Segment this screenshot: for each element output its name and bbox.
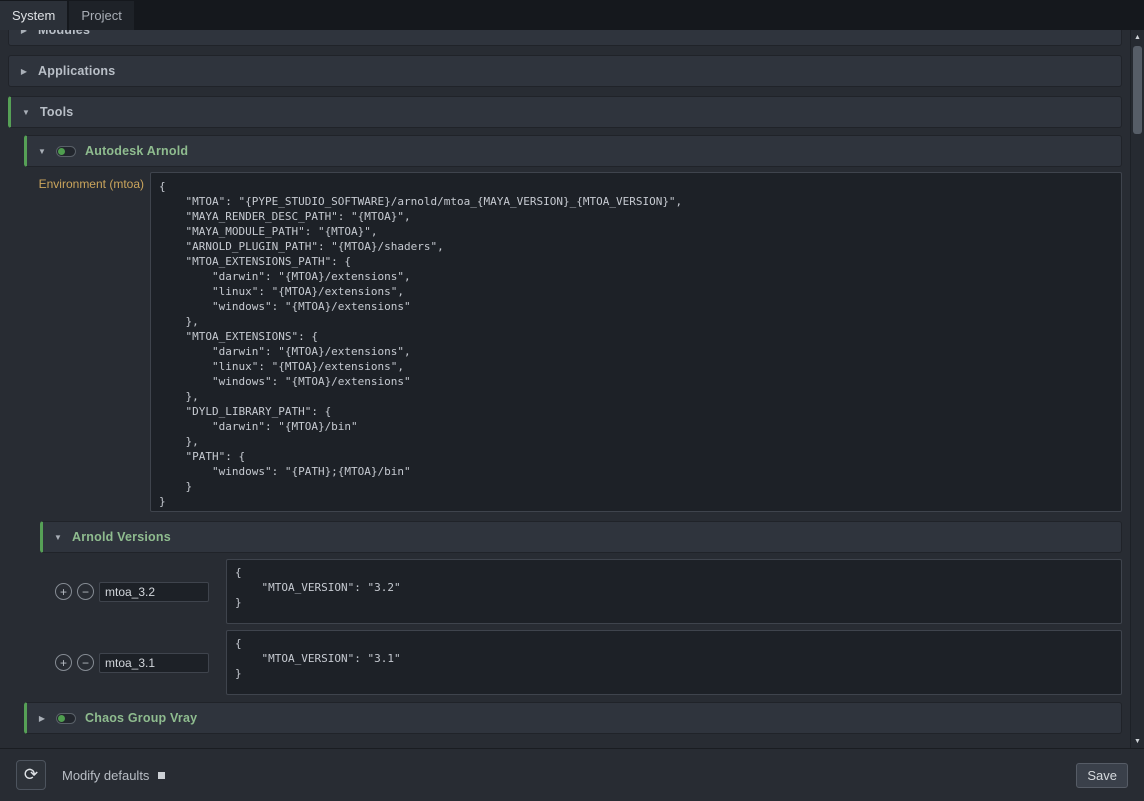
tools-section-body: ▼ Autodesk Arnold Environment (mtoa) { "…	[8, 128, 1122, 734]
tab-project[interactable]: Project	[69, 1, 133, 30]
add-item-button[interactable]: +	[55, 654, 72, 671]
scroll-down-button[interactable]: ▼	[1131, 734, 1144, 748]
tab-system[interactable]: System	[0, 1, 67, 30]
section-header-tools[interactable]: ▼ Tools	[8, 96, 1122, 128]
version-row: + − { "MTOA_VERSION": "3.1" }	[40, 630, 1122, 695]
refresh-icon: ⟳	[24, 765, 38, 785]
version-row-controls: + −	[40, 653, 226, 673]
version-row: + − { "MTOA_VERSION": "3.2" }	[40, 559, 1122, 624]
environment-editor[interactable]: { "MTOA": "{PYPE_STUDIO_SOFTWARE}/arnold…	[150, 172, 1122, 512]
save-button[interactable]: Save	[1076, 763, 1128, 788]
scrollbar-thumb[interactable]	[1133, 46, 1142, 134]
section-header-applications[interactable]: ▶ Applications	[8, 55, 1122, 87]
section-title-autodesk-arnold: Autodesk Arnold	[85, 144, 188, 158]
version-key-input[interactable]	[99, 653, 209, 673]
section-title-chaos-group-vray: Chaos Group Vray	[85, 711, 197, 725]
settings-content: ▶ Modules ▶ Applications ▼ Tools ▼ Autod…	[0, 30, 1144, 748]
modify-defaults-label: Modify defaults	[62, 768, 149, 783]
tab-bar: System Project	[0, 0, 1144, 30]
arnold-versions-section: ▼ Arnold Versions + − { "MTOA_VERSION": …	[40, 521, 1122, 695]
refresh-button[interactable]: ⟳	[16, 760, 46, 790]
environment-field-row: Environment (mtoa) { "MTOA": "{PYPE_STUD…	[24, 172, 1122, 512]
section-title-applications: Applications	[38, 64, 115, 78]
section-header-modules[interactable]: ▶ Modules	[8, 30, 1122, 46]
remove-item-button[interactable]: −	[77, 583, 94, 600]
chevron-down-icon: ▼	[21, 108, 31, 117]
section-header-autodesk-arnold[interactable]: ▼ Autodesk Arnold	[24, 135, 1122, 167]
chevron-down-icon: ▼	[37, 147, 47, 156]
environment-field-label: Environment (mtoa)	[24, 172, 150, 191]
version-value-editor[interactable]: { "MTOA_VERSION": "3.2" }	[226, 559, 1122, 624]
chevron-right-icon: ▶	[37, 714, 47, 723]
chevron-right-icon: ▶	[19, 30, 29, 35]
remove-item-button[interactable]: −	[77, 654, 94, 671]
section-header-arnold-versions[interactable]: ▼ Arnold Versions	[40, 521, 1122, 553]
section-title-tools: Tools	[40, 105, 73, 119]
chevron-down-icon: ▼	[53, 533, 63, 542]
vertical-scrollbar[interactable]: ▲ ▼	[1130, 30, 1144, 748]
scroll-up-button[interactable]: ▲	[1131, 30, 1144, 44]
section-title-modules: Modules	[38, 30, 90, 37]
add-item-button[interactable]: +	[55, 583, 72, 600]
vray-enabled-toggle[interactable]	[56, 713, 76, 724]
arnold-enabled-toggle[interactable]	[56, 146, 76, 157]
chevron-right-icon: ▶	[19, 67, 29, 76]
version-key-input[interactable]	[99, 582, 209, 602]
arnold-section-body: Environment (mtoa) { "MTOA": "{PYPE_STUD…	[24, 167, 1122, 734]
footer-bar: ⟳ Modify defaults Save	[0, 748, 1144, 801]
modify-defaults-checkbox[interactable]	[158, 772, 165, 779]
toggle-knob	[58, 715, 65, 722]
version-value-editor[interactable]: { "MTOA_VERSION": "3.1" }	[226, 630, 1122, 695]
section-title-arnold-versions: Arnold Versions	[72, 530, 171, 544]
toggle-knob	[58, 148, 65, 155]
version-row-controls: + −	[40, 582, 226, 602]
section-header-chaos-group-vray[interactable]: ▶ Chaos Group Vray	[24, 702, 1122, 734]
